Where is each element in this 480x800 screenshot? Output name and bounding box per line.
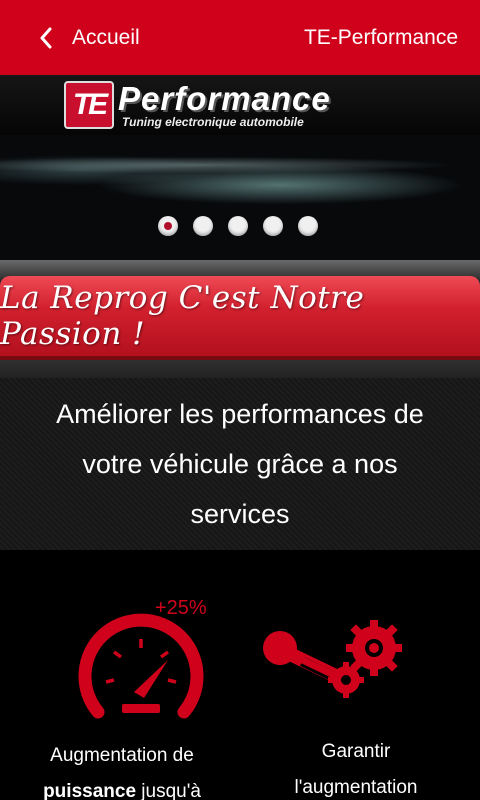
power-badge: +25% xyxy=(155,597,207,619)
slide-image xyxy=(0,135,480,260)
service-guarantee-line1: Garantir xyxy=(321,741,391,762)
speedometer-icon xyxy=(78,613,204,719)
service-guarantee-line2: l'augmentation xyxy=(294,777,418,798)
logo-badge: TE xyxy=(64,81,114,129)
slide-indicators xyxy=(158,216,333,236)
slide-dot-1[interactable] xyxy=(158,216,178,236)
back-button[interactable]: Accueil xyxy=(38,26,140,50)
service-power-line2: puissance jusqu'à xyxy=(2,774,242,800)
slide-dot-5[interactable] xyxy=(298,216,318,236)
slide-dot-2[interactable] xyxy=(193,216,213,236)
service-power-text: Augmentation de puissance jusqu'à xyxy=(2,738,242,800)
logo-subtitle: Tuning electronique automobile xyxy=(122,114,304,129)
service-power-bold: puissance xyxy=(43,781,137,800)
header-slider[interactable]: TE Performance Tuning electronique autom… xyxy=(0,75,480,260)
chevron-left-icon xyxy=(40,27,52,48)
slide-dot-3[interactable] xyxy=(228,216,248,236)
service-power[interactable]: +25% Augmentation de puissance jusqu'à xyxy=(0,550,240,800)
app-bar: Accueil TE-Performance xyxy=(0,0,480,75)
service-power-line1: Augmentation de xyxy=(50,745,194,766)
logo-title: Performance xyxy=(118,79,331,117)
slogan-banner: La Reprog C'est Notre Passion ! xyxy=(0,276,480,360)
service-power-rest: jusqu'à xyxy=(136,781,201,800)
intro-text: Améliorer les performances de votre véhi… xyxy=(56,399,424,529)
services-section: +25% Augmentation de puissance jusqu'à G… xyxy=(0,550,480,800)
app-title: TE-Performance xyxy=(303,25,458,49)
slide-dot-4[interactable] xyxy=(263,216,283,236)
back-label: Accueil xyxy=(72,25,140,49)
intro-section: Améliorer les performances de votre véhi… xyxy=(0,378,480,550)
brand-logo: TE Performance Tuning electronique autom… xyxy=(64,81,331,129)
piston-gear-icon xyxy=(263,620,402,698)
service-guarantee[interactable]: Garantir l'augmentation xyxy=(240,550,480,800)
service-guarantee-text: Garantir l'augmentation xyxy=(236,734,476,800)
slogan-text: La Reprog C'est Notre Passion ! xyxy=(0,280,365,352)
